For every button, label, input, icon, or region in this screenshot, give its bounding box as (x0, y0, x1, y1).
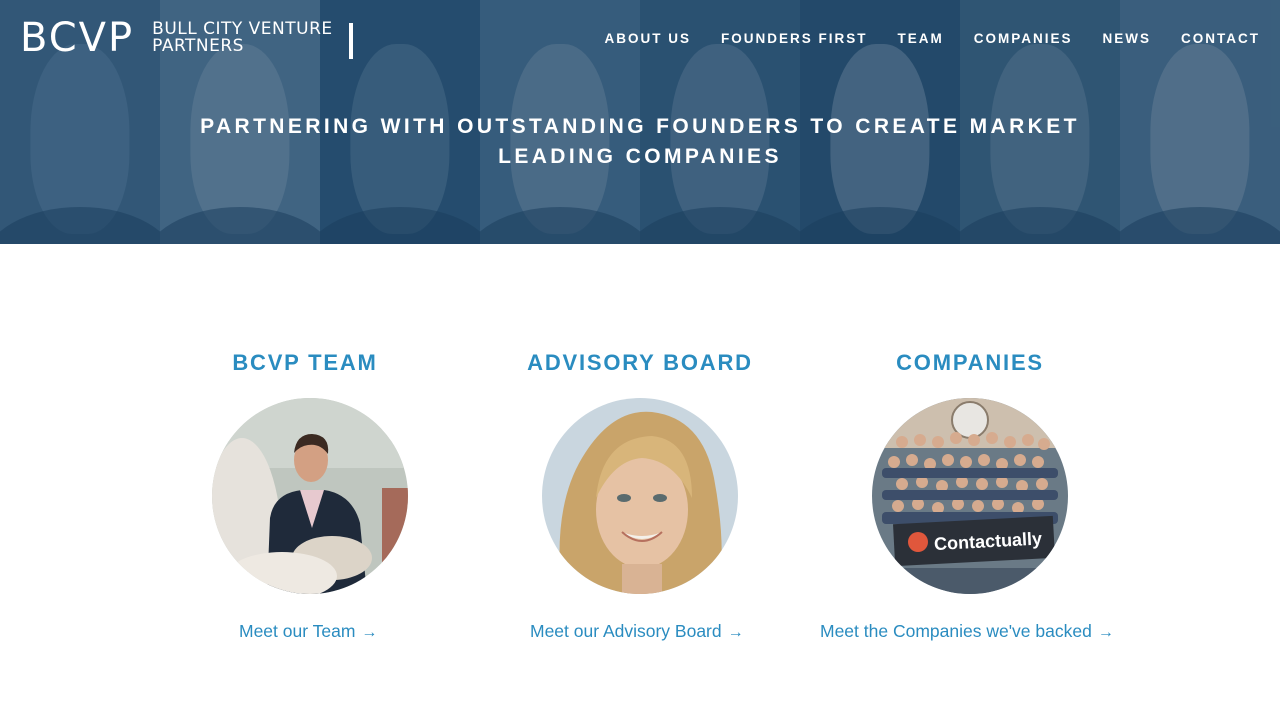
hero-tagline: PARTNERING WITH OUTSTANDING FOUNDERS TO … (200, 115, 1080, 168)
logo-line-2: PARTNERS (152, 36, 244, 56)
arrow-right-icon: → (727, 624, 744, 641)
meet-advisory-board-link-label: Meet our Advisory Board (530, 621, 722, 641)
site-logo[interactable]: BCVP BULL CITY VENTURE PARTNERS (20, 15, 353, 61)
meet-advisory-board-link[interactable]: Meet our Advisory Board → (530, 620, 744, 644)
advisory-photo[interactable] (542, 398, 738, 594)
arrow-right-icon: → (361, 624, 378, 641)
section-companies: COMPANIES Contactually Meet the Companie… (820, 346, 1114, 641)
meet-companies-link[interactable]: Meet the Companies we've backed → (820, 620, 1114, 644)
logo-wordmark: BULL CITY VENTURE PARTNERS (152, 21, 332, 55)
section-title-companies: COMPANIES (896, 350, 1044, 375)
nav-companies[interactable]: COMPANIES (974, 30, 1073, 48)
meet-companies-link-label: Meet the Companies we've backed (820, 621, 1092, 641)
logo-divider-bar (348, 23, 353, 59)
nav-contact[interactable]: CONTACT (1181, 30, 1260, 48)
section-title-advisory: ADVISORY BOARD (527, 350, 753, 375)
main-nav: ABOUT US FOUNDERS FIRST TEAM COMPANIES N… (574, 30, 1260, 48)
section-title-team: BCVP TEAM (232, 350, 378, 375)
nav-team[interactable]: TEAM (897, 30, 943, 48)
companies-photo[interactable]: Contactually (872, 398, 1068, 594)
meet-team-link-label: Meet our Team (239, 621, 356, 641)
logo-mark: BCVP (20, 15, 135, 61)
team-photo[interactable] (212, 398, 408, 594)
nav-founders-first[interactable]: FOUNDERS FIRST (721, 30, 868, 48)
meet-team-link[interactable]: Meet our Team → (239, 620, 377, 644)
section-bcvp-team: BCVP TEAM Meet our Team → (205, 346, 408, 641)
advisory-photo-image (542, 398, 738, 594)
team-photo-image (212, 398, 408, 594)
nav-about-us[interactable]: ABOUT US (604, 30, 691, 48)
arrow-right-icon: → (1097, 624, 1114, 641)
companies-photo-image: Contactually (872, 398, 1068, 594)
section-advisory-board: ADVISORY BOARD Meet our Advisory Board → (520, 346, 760, 641)
nav-news[interactable]: NEWS (1103, 30, 1152, 48)
hero-banner: BCVP BULL CITY VENTURE PARTNERS ABOUT US… (0, 0, 1280, 244)
